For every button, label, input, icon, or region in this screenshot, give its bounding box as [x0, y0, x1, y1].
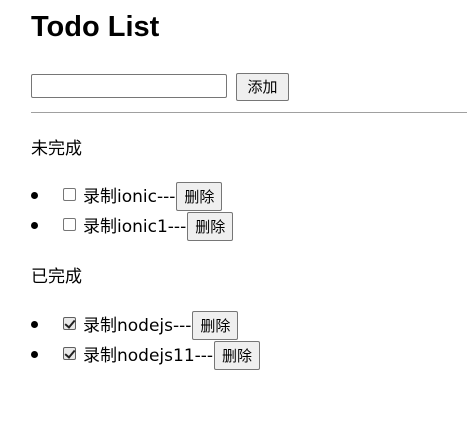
- todo-separator: ---: [194, 345, 214, 366]
- bullet-icon: [31, 222, 38, 229]
- todo-label: 录制nodejs11: [83, 345, 195, 366]
- todo-app: Todo List 添加 未完成 录制ionic --- 删除 录制ionic1 --…: [0, 0, 467, 439]
- todo-label: 录制ionic: [83, 186, 157, 207]
- todo-separator: ---: [173, 315, 192, 336]
- todo-label: 录制nodejs: [83, 315, 174, 336]
- todo-input[interactable]: [31, 74, 227, 98]
- todo-text-row: 录制ionic --- 删除: [83, 182, 223, 211]
- todo-checkbox[interactable]: [63, 347, 76, 360]
- delete-button[interactable]: 删除: [214, 341, 261, 370]
- add-button[interactable]: 添加: [236, 73, 289, 101]
- todo-separator: ---: [167, 216, 187, 237]
- delete-button[interactable]: 删除: [192, 311, 239, 340]
- todo-checkbox[interactable]: [63, 317, 76, 330]
- divider: [31, 112, 467, 113]
- todo-text-row: 录制nodejs11 --- 删除: [83, 341, 261, 370]
- page-title: Todo List: [31, 11, 160, 43]
- todo-label: 录制ionic1: [83, 216, 168, 237]
- checkmark-icon: [64, 347, 76, 359]
- delete-button[interactable]: 删除: [176, 182, 223, 211]
- bullet-icon: [31, 321, 38, 328]
- todo-checkbox[interactable]: [63, 188, 76, 201]
- bullet-icon: [31, 351, 38, 358]
- todo-text-row: 录制ionic1 --- 删除: [83, 212, 234, 241]
- todo-checkbox[interactable]: [63, 218, 76, 231]
- todo-text-row: 录制nodejs --- 删除: [83, 311, 239, 340]
- complete-section-heading: 已完成: [31, 267, 82, 287]
- bullet-icon: [31, 192, 38, 199]
- checkmark-icon: [64, 317, 76, 329]
- delete-button[interactable]: 删除: [187, 212, 234, 241]
- incomplete-section-heading: 未完成: [31, 139, 82, 159]
- todo-separator: ---: [156, 186, 176, 207]
